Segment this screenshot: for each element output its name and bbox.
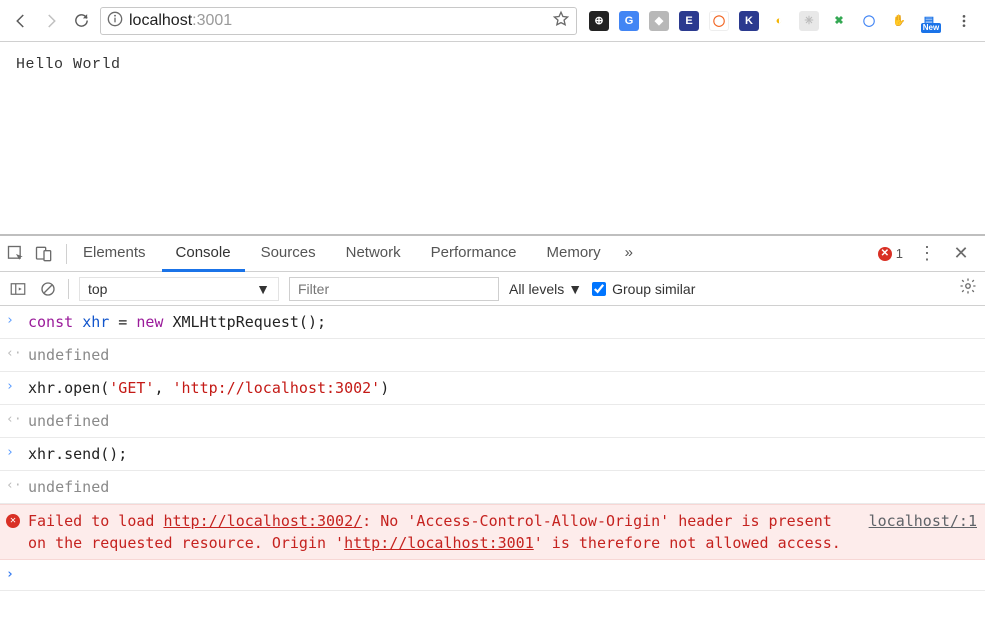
console-output-text: undefined [28,410,977,432]
input-marker-icon: › [6,443,20,463]
page-body-text: Hello World [16,56,121,73]
error-url-link[interactable]: http://localhost:3001 [344,534,534,552]
console-input-text: const xhr = new XMLHttpRequest(); [28,311,977,333]
devtools-close-icon[interactable]: ✕ [951,243,971,264]
address-bar[interactable]: localhost:3001 [100,7,577,35]
execution-context-select[interactable]: top ▼ [79,277,279,301]
console-row: › xhr.send(); [0,438,985,471]
console-row: ‹· undefined [0,405,985,438]
console-error-text: localhost/:1Failed to load http://localh… [28,510,977,554]
console-row: ‹· undefined [0,339,985,372]
error-count-badge[interactable]: ✕ 1 [878,246,903,261]
context-value: top [88,281,107,297]
url-text[interactable]: localhost:3001 [129,12,546,30]
back-button[interactable] [10,10,32,32]
extension-icon[interactable]: ✳ [799,11,819,31]
extension-icon[interactable]: ⊕ [589,11,609,31]
extension-icon[interactable]: ✋ [889,11,909,31]
error-icon: ✕ [878,247,892,261]
tab-network[interactable]: Network [332,236,415,272]
bookmark-star-icon[interactable] [552,10,570,31]
output-marker-icon: ‹· [6,476,20,496]
extension-icon[interactable]: G [619,11,639,31]
extension-icon[interactable]: ◯ [709,11,729,31]
group-similar-input[interactable] [592,282,606,296]
clear-console-icon[interactable] [38,279,58,299]
console-output-text: undefined [28,476,977,498]
tab-console[interactable]: Console [162,236,245,272]
input-marker-icon: › [6,311,20,331]
output-marker-icon: ‹· [6,410,20,430]
group-similar-checkbox[interactable]: Group similar [592,281,695,297]
separator [68,279,69,299]
console-input-text: xhr.open('GET', 'http://localhost:3002') [28,377,977,399]
console-prompt[interactable]: › [0,560,985,591]
extension-icons: ⊕ G ◆ E ◯ K ◐ ✳ ✖ ◯ ✋ ▤ [585,10,975,32]
forward-button[interactable] [40,10,62,32]
url-host: localhost [129,12,192,29]
url-port: :3001 [192,12,232,29]
console-output-text: undefined [28,344,977,366]
inspect-element-icon[interactable] [6,244,26,264]
error-source-link[interactable]: localhost/:1 [869,510,977,532]
console-row: › const xhr = new XMLHttpRequest(); [0,306,985,339]
browser-menu-icon[interactable] [953,10,975,32]
extension-icon[interactable]: ◆ [649,11,669,31]
reload-button[interactable] [70,10,92,32]
tab-performance[interactable]: Performance [417,236,531,272]
error-icon: ✕ [6,514,20,528]
error-count: 1 [896,246,903,261]
console-body[interactable]: › const xhr = new XMLHttpRequest(); ‹· unde… [0,306,985,622]
log-levels-select[interactable]: All levels ▼ [509,281,582,297]
device-toggle-icon[interactable] [34,244,54,264]
extension-icon-new[interactable]: ▤ [919,11,939,31]
console-settings-icon[interactable] [959,277,977,300]
prompt-marker-icon: › [6,565,20,585]
devtools-panel: Elements Console Sources Network Perform… [0,234,985,622]
console-filter-input[interactable] [289,277,499,301]
devtools-tabbar: Elements Console Sources Network Perform… [0,236,985,272]
browser-toolbar: localhost:3001 ⊕ G ◆ E ◯ K ◐ ✳ ✖ ◯ ✋ ▤ [0,0,985,42]
page-viewport: Hello World [0,42,985,234]
console-row: ‹· undefined [0,471,985,504]
group-similar-label: Group similar [612,281,695,297]
separator [66,244,67,264]
extension-icon[interactable]: E [679,11,699,31]
console-sidebar-toggle-icon[interactable] [8,279,28,299]
extension-icon[interactable]: ✖ [829,11,849,31]
tab-memory[interactable]: Memory [533,236,615,272]
tabs-overflow-icon[interactable]: » [617,236,641,272]
extension-icon[interactable]: K [739,11,759,31]
chevron-down-icon: ▼ [256,281,270,297]
chevron-down-icon: ▼ [568,281,582,297]
console-input-text: xhr.send(); [28,443,977,465]
levels-label: All levels [509,281,564,297]
console-row: ✕ localhost/:1Failed to load http://local… [0,504,985,560]
output-marker-icon: ‹· [6,344,20,364]
console-row: › xhr.open('GET', 'http://localhost:3002'… [0,372,985,405]
site-info-icon[interactable] [107,11,123,30]
tab-elements[interactable]: Elements [69,236,160,272]
extension-icon[interactable]: ◐ [769,11,789,31]
extension-icon[interactable]: ◯ [859,11,879,31]
error-url-link[interactable]: http://localhost:3002/ [163,512,362,530]
tab-sources[interactable]: Sources [247,236,330,272]
console-toolbar: top ▼ All levels ▼ Group similar [0,272,985,306]
input-marker-icon: › [6,377,20,397]
devtools-menu-icon[interactable]: ⋮ [917,243,937,264]
